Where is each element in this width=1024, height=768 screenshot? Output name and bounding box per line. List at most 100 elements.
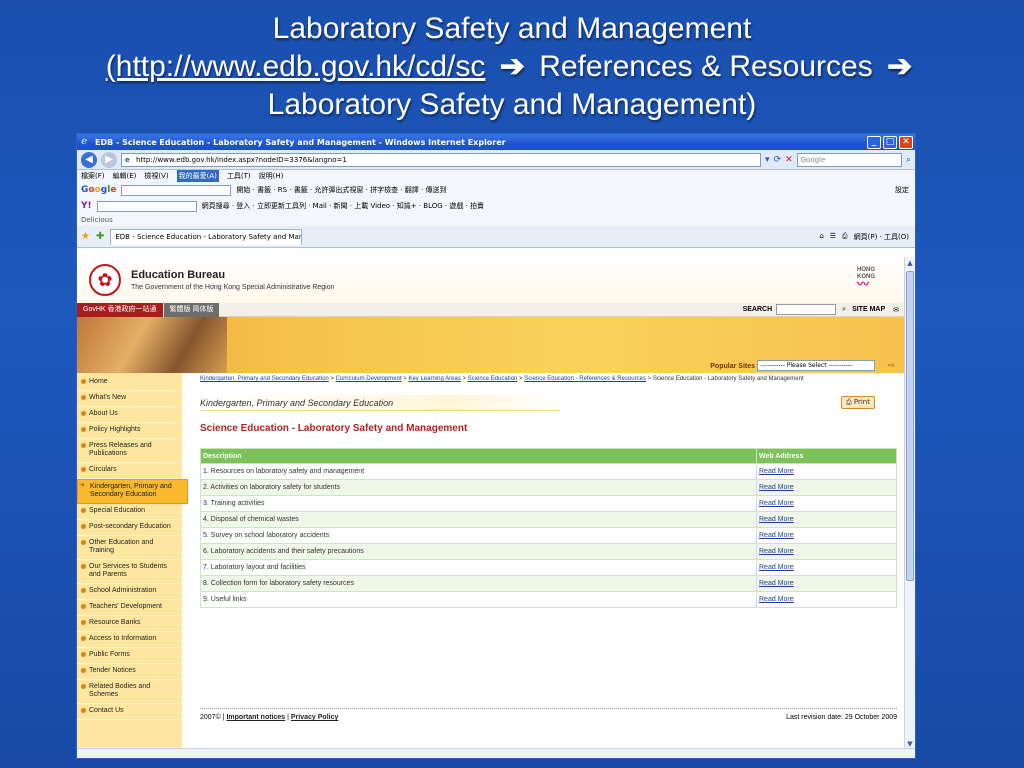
menu-favorites[interactable]: 我的最愛(A) — [176, 170, 219, 182]
tab-current[interactable]: EDB - Science Education - Laboratory Saf… — [110, 228, 303, 245]
horizontal-scrollbar[interactable] — [77, 748, 915, 758]
row-description: 7. Laboratory layout and facilities — [200, 559, 757, 576]
popular-sites-select[interactable]: ----------- Please Select ----------- — [757, 360, 875, 371]
read-more-link[interactable]: Read More — [759, 516, 794, 523]
nav-related-bodies[interactable]: Related Bodies and Schemes — [77, 680, 182, 704]
site-map-link[interactable]: SITE MAP — [852, 306, 885, 313]
site-search-input[interactable] — [776, 304, 837, 315]
slide-title-line1: Laboratory Safety and Management — [272, 12, 752, 45]
feeds-icon[interactable]: ☰ — [830, 232, 836, 242]
breadcrumb-link[interactable]: Science Education - References & Resourc… — [524, 376, 646, 382]
menu-help[interactable]: 說明(H) — [259, 170, 284, 182]
google-search-input[interactable] — [121, 184, 232, 196]
row-description: 1. Resources on laboratory safety and ma… — [200, 463, 757, 480]
slide-crumb: References & Resources — [539, 50, 873, 83]
yahoo-tools[interactable]: 網頁搜尋 · 登入 · 立即更新工具列 · Mail · 新聞 · 上載 Vid… — [202, 201, 484, 211]
arrow-icon: ➔ — [499, 50, 525, 83]
search-input[interactable]: Google — [796, 152, 902, 167]
yahoo-search-input[interactable] — [96, 200, 197, 212]
close-button[interactable]: ✕ — [899, 135, 913, 149]
table-row: 4. Disposal of chemical wastes Read More — [200, 511, 897, 528]
google-tools[interactable]: 開始 · 書籤 · RS · 書籤 · 允許彈出式視窗 · 拼字檢查 · 翻譯 … — [236, 185, 446, 195]
print-button[interactable]: ⎙ Print — [841, 396, 875, 409]
delicious-toolbar: Delicious — [77, 214, 915, 226]
add-favorite-icon[interactable]: ✚ — [96, 231, 104, 242]
nav-policy-highlights[interactable]: Policy Highlights — [77, 423, 182, 439]
nav-other-education[interactable]: Other Education and Training — [77, 536, 182, 560]
govhk-link[interactable]: GovHK 香港政府一站通 — [77, 302, 163, 317]
scroll-up-icon[interactable]: ▲ — [905, 258, 915, 268]
read-more-link[interactable]: Read More — [759, 548, 794, 555]
nav-contact-us[interactable]: Contact Us — [77, 704, 182, 720]
nav-post-secondary[interactable]: Post-secondary Education — [77, 520, 182, 536]
dropdown-icon[interactable]: ▾ — [765, 155, 770, 165]
nav-services-students[interactable]: Our Services to Students and Parents — [77, 560, 182, 584]
breadcrumb-link[interactable]: Key Learning Areas — [408, 376, 460, 382]
window-titlebar[interactable]: ℯ EDB - Science Education - Laboratory S… — [77, 134, 915, 150]
nav-circulars[interactable]: Circulars — [77, 463, 182, 479]
breadcrumb-link[interactable]: Curriculum Development — [336, 376, 402, 382]
row-description: 4. Disposal of chemical wastes — [200, 511, 757, 528]
arrow-icon: ➔ — [887, 50, 913, 83]
row-description: 3. Training activities — [200, 495, 757, 512]
read-more-link[interactable]: Read More — [759, 564, 794, 571]
nav-tender-notices[interactable]: Tender Notices — [77, 664, 182, 680]
go-arrow-icon[interactable]: ⇨ — [887, 361, 895, 371]
hong-kong-brand-logo[interactable]: HONG KONG 〰 — [857, 267, 887, 290]
google-logo: Google — [81, 185, 117, 195]
window-title: EDB - Science Education - Laboratory Saf… — [95, 137, 506, 147]
refresh-icon[interactable]: ⟳ — [774, 155, 782, 165]
important-notices-link[interactable]: Important notices — [226, 714, 285, 721]
read-more-link[interactable]: Read More — [759, 532, 794, 539]
scrollbar-thumb[interactable] — [906, 271, 914, 581]
mail-icon[interactable]: ✉ — [893, 306, 899, 314]
row-web-address: Read More — [756, 511, 897, 528]
forward-button[interactable]: ▶ — [101, 151, 117, 168]
nav-school-admin[interactable]: School Administration — [77, 584, 182, 600]
menu-edit[interactable]: 編輯(E) — [113, 170, 137, 182]
breadcrumb-link[interactable]: Kindergarten, Primary and Secondary Educ… — [200, 376, 329, 382]
read-more-link[interactable]: Read More — [759, 484, 794, 491]
read-more-link[interactable]: Read More — [759, 468, 794, 475]
ie-icon: ℯ — [81, 136, 88, 147]
favorites-star-icon[interactable]: ★ — [81, 231, 90, 242]
nav-access-info[interactable]: Access to Information — [77, 632, 182, 648]
address-input[interactable]: http://www.edb.gov.hk/index.aspx?nodeID=… — [121, 152, 761, 167]
back-button[interactable]: ◀ — [81, 151, 97, 168]
nav-teachers-development[interactable]: Teachers' Development — [77, 600, 182, 616]
nav-kps-education[interactable]: Kindergarten, Primary and Secondary Educ… — [77, 479, 188, 504]
nav-press-releases[interactable]: Press Releases and Publications — [77, 439, 182, 463]
read-more-link[interactable]: Read More — [759, 596, 794, 603]
menu-tools[interactable]: 工具(T) — [227, 170, 251, 182]
privacy-policy-link[interactable]: Privacy Policy — [291, 714, 338, 721]
table-row: 7. Laboratory layout and facilities Read … — [200, 559, 897, 576]
nav-special-education[interactable]: Special Education — [77, 504, 182, 520]
search-icon[interactable]: ⌕ — [906, 155, 911, 165]
maximize-button[interactable]: □ — [883, 135, 897, 149]
vertical-scrollbar[interactable]: ▲ ▼ — [904, 257, 915, 750]
read-more-link[interactable]: Read More — [759, 500, 794, 507]
nav-resource-banks[interactable]: Resource Banks — [77, 616, 182, 632]
menu-file[interactable]: 檔案(F) — [81, 170, 105, 182]
breadcrumb-link[interactable]: Science Education — [468, 376, 518, 382]
print-icon: ⎙ — [846, 398, 852, 406]
search-icon[interactable]: ⌕ — [842, 306, 846, 314]
nav-home[interactable]: Home — [77, 375, 182, 391]
settings-button[interactable]: 設定 — [895, 185, 915, 195]
read-more-link[interactable]: Read More — [759, 580, 794, 587]
column-header-description: Description — [200, 448, 757, 464]
home-icon[interactable]: ⌂ — [819, 232, 823, 242]
nav-whats-new[interactable]: What's New — [77, 391, 182, 407]
delicious-label[interactable]: Delicious — [81, 216, 113, 224]
print-icon[interactable]: ⎙ — [842, 232, 848, 242]
nav-public-forms[interactable]: Public Forms — [77, 648, 182, 664]
page-tools[interactable]: 網頁(P) · 工具(O) — [854, 232, 909, 242]
stop-icon[interactable]: ✕ — [785, 155, 793, 165]
menu-view[interactable]: 檢視(V) — [144, 170, 168, 182]
language-links[interactable]: 繁體版 简体版 — [163, 302, 220, 317]
address-bar: ◀ ▶ http://www.edb.gov.hk/index.aspx?nod… — [77, 150, 915, 170]
nav-about-us[interactable]: About Us — [77, 407, 182, 423]
minimize-button[interactable]: _ — [867, 135, 881, 149]
slide-url-link[interactable]: (http://www.edb.gov.hk/cd/sc — [106, 50, 486, 83]
edb-logo-icon[interactable]: ✿ — [89, 264, 121, 296]
